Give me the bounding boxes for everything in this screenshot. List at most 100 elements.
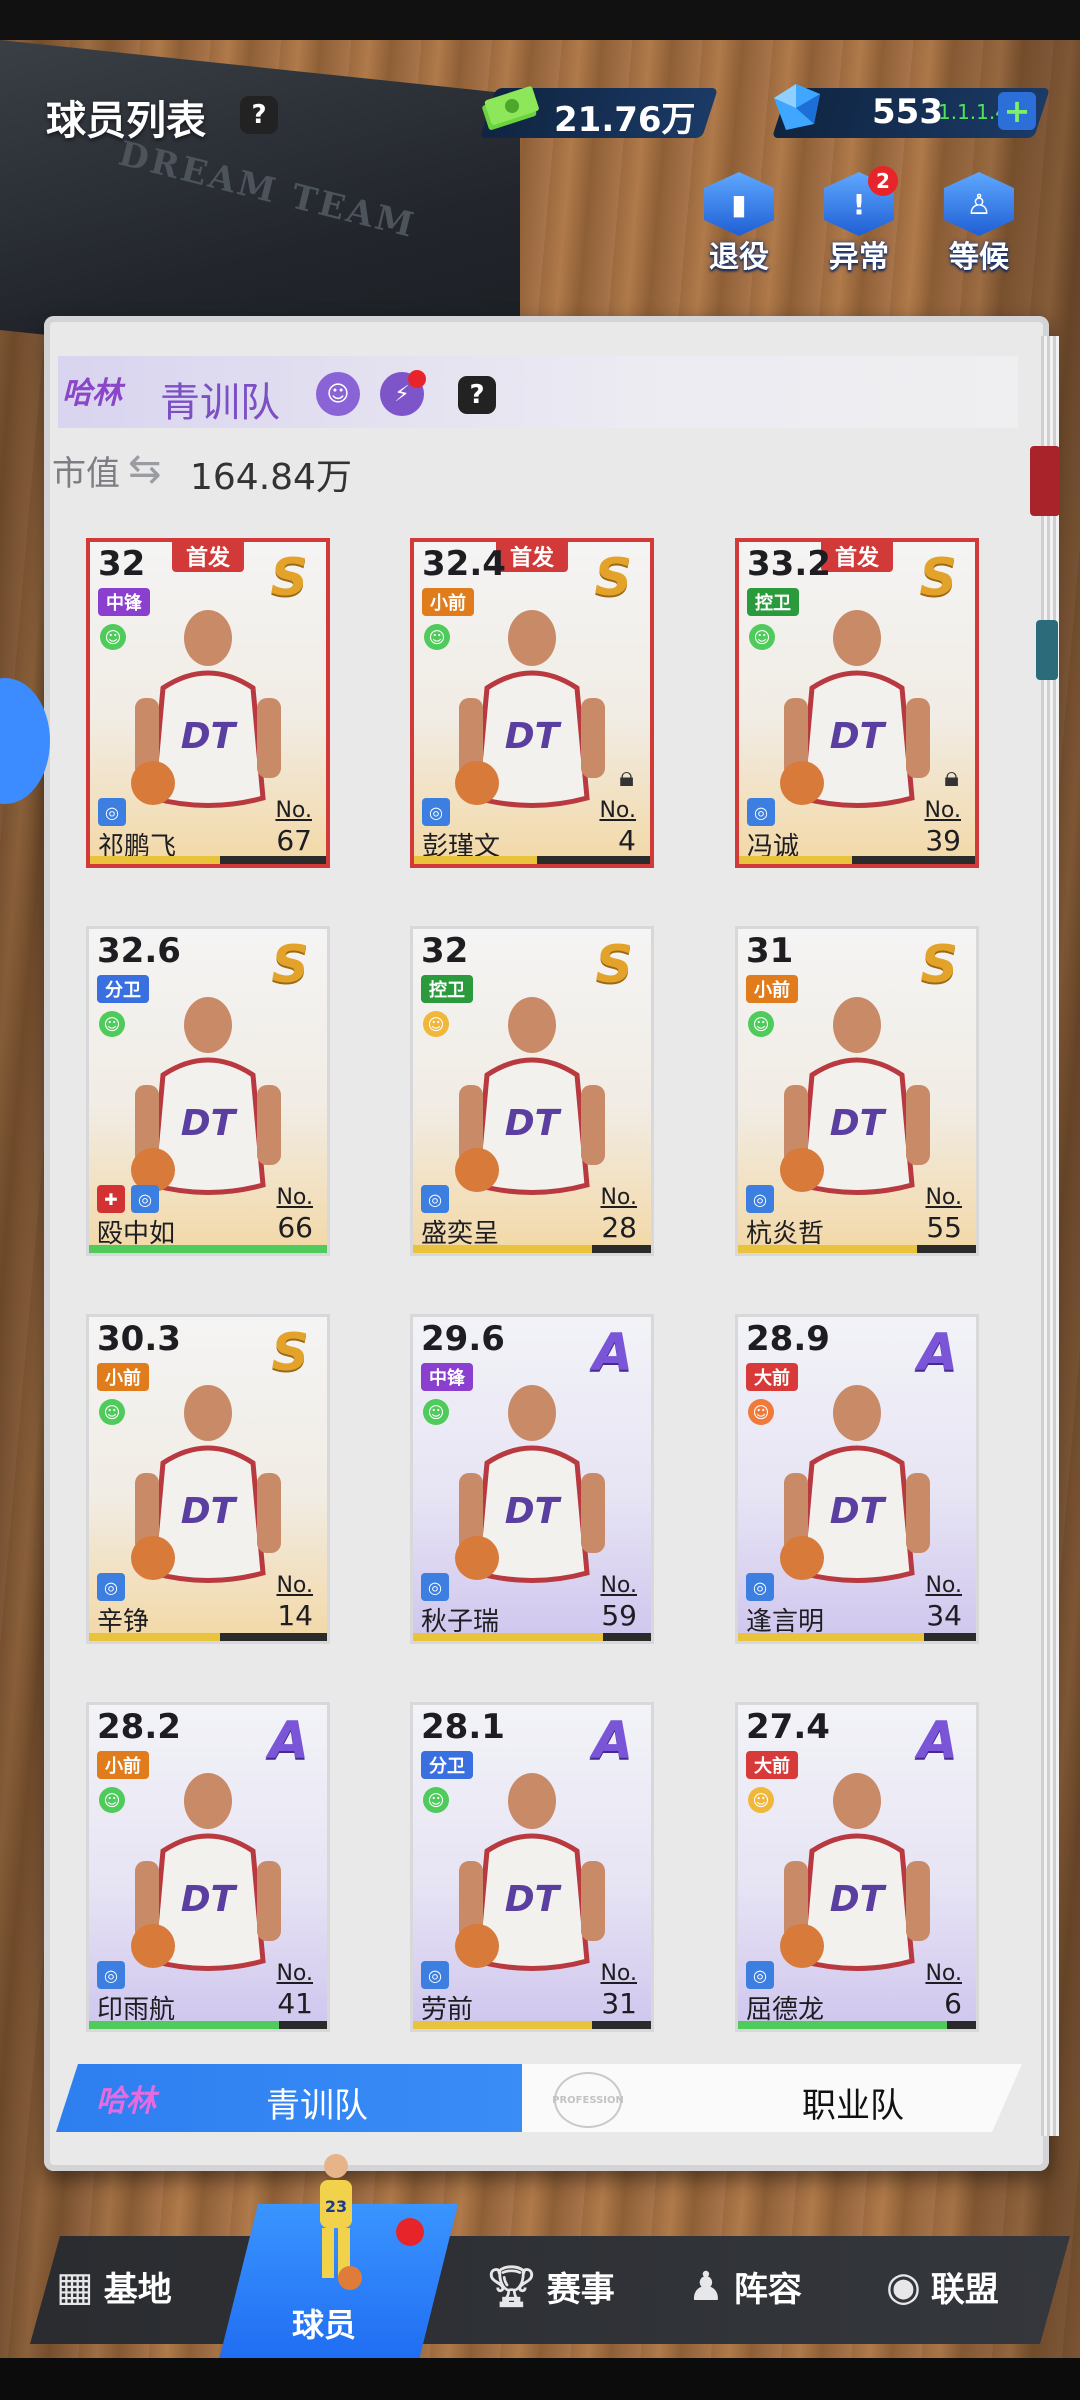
player-avatar-icon: 23: [320, 2154, 362, 2290]
nav-players-label: 球员: [292, 2306, 357, 2344]
player-portrait: DT: [131, 610, 281, 808]
sort-icon[interactable]: ⇆: [128, 446, 162, 492]
condition-bar: [89, 1245, 327, 1253]
starter-tag: 首发: [820, 542, 894, 572]
add-gems-button[interactable]: +: [998, 92, 1036, 130]
jersey-number: 66: [277, 1211, 313, 1244]
trophy-icon: 🏆︎: [486, 2264, 537, 2310]
lock-icon: 🔒︎: [619, 760, 634, 793]
bookmark-tab-teal: [1036, 620, 1058, 680]
player-portrait: DT: [455, 997, 605, 1195]
condition-bar: [739, 856, 975, 864]
jersey-number: 31: [601, 1987, 637, 2020]
abnormal-button[interactable]: ! 2 异常: [816, 166, 902, 276]
jersey-number: 59: [601, 1599, 637, 1632]
player-rating: 28.1: [421, 1707, 505, 1747]
jersey-number: 34: [926, 1599, 962, 1632]
nav-events[interactable]: 🏆︎ 赛事: [486, 2262, 615, 2311]
player-card[interactable]: 29.6 A 中锋 ☺ DT ◎ No. 59 秋子瑞: [410, 1314, 654, 1644]
retire-label: 退役: [709, 240, 769, 275]
youth-team-logo: 哈林: [96, 2084, 156, 2119]
player-card[interactable]: 首发 32 S 中锋 ☺ DT ◎ No. 67 祁鹏飞: [86, 538, 330, 868]
mood-icon: ☺: [423, 1399, 449, 1425]
waiting-button[interactable]: ♙ 等候: [936, 172, 1022, 276]
basketball-icon: ◎: [97, 1573, 125, 1601]
svg-text:DT: DT: [830, 1491, 887, 1532]
svg-text:DT: DT: [505, 1103, 562, 1144]
condition-bar: [413, 1245, 651, 1253]
jersey-number: 14: [277, 1599, 313, 1632]
mood-icon: ☺: [423, 1011, 449, 1037]
condition-bar: [413, 2021, 651, 2029]
jersey-number: 6: [944, 1987, 962, 2020]
player-rating: 31: [746, 931, 794, 971]
team-help-button[interactable]: ?: [458, 376, 496, 414]
svg-text:DT: DT: [505, 716, 562, 757]
basketball-icon: ◎: [422, 798, 450, 826]
basketball-icon: ◎: [98, 798, 126, 826]
player-card[interactable]: 30.3 S 小前 ☺ DT ◎ No. 14 辛铮: [86, 1314, 330, 1644]
jersey-number: 39: [925, 824, 961, 857]
system-nav-strip: [0, 2358, 1080, 2400]
player-rating: 32: [98, 544, 146, 584]
player-card[interactable]: 27.4 A 大前 ☺ DT ◎ No. 6 屈德龙: [735, 1702, 979, 2032]
stadium-icon: ▦: [56, 2263, 94, 2310]
waiting-label: 等候: [949, 240, 1009, 275]
gems-value: 553: [872, 92, 943, 132]
lineup-icon: ♟: [688, 2263, 724, 2310]
player-card[interactable]: 28.2 A 小前 ☺ DT ◎ No. 41 印雨航: [86, 1702, 330, 2032]
player-card[interactable]: 28.1 A 分卫 ☺ DT ◎ No. 31 劳前: [410, 1702, 654, 2032]
condition-bar-fill: [89, 1245, 327, 1253]
market-value-label: 市值: [52, 454, 120, 494]
player-card[interactable]: 28.9 A 大前 ☺ DT ◎ No. 34 逢言明: [735, 1314, 979, 1644]
nav-lineup[interactable]: ♟ 阵容: [688, 2262, 802, 2311]
mood-filter-icon[interactable]: ☺: [316, 372, 360, 416]
svg-text:DT: DT: [181, 716, 238, 757]
cash-value: 21.76万: [554, 100, 696, 140]
player-rating: 30.3: [97, 1319, 181, 1359]
medical-icon: ✚: [97, 1185, 125, 1213]
condition-bar-fill: [413, 2021, 592, 2029]
player-card[interactable]: 首发 32.4 S 小前 ☺ DT ◎ 🔒︎ No. 4 彭瑾文: [410, 538, 654, 868]
svg-text:DT: DT: [830, 716, 887, 757]
mood-icon: ☺: [748, 1011, 774, 1037]
condition-bar: [738, 1245, 976, 1253]
nav-base[interactable]: ▦ 基地: [56, 2262, 172, 2311]
player-card[interactable]: 31 S 小前 ☺ DT ◎ No. 55 杭炎哲: [735, 926, 979, 1256]
basketball-icon: ◎: [421, 1961, 449, 1989]
condition-bar-fill: [738, 1245, 917, 1253]
help-button[interactable]: ?: [240, 96, 278, 134]
retire-icon: ▮: [704, 172, 774, 236]
player-rating: 33.2: [747, 544, 831, 584]
player-card[interactable]: 首发 33.2 S 控卫 ☺ DT ◎ 🔒︎ No. 39 冯诚: [735, 538, 979, 868]
status-bar: [0, 0, 1080, 40]
condition-bar: [89, 1633, 327, 1641]
starter-tag: 首发: [495, 542, 569, 572]
jersey-number-label: No.: [925, 1185, 962, 1210]
starter-tag: 首发: [171, 542, 245, 572]
condition-bar: [414, 856, 650, 864]
player-card[interactable]: 32.6 S 分卫 ☺ DT ✚ ◎ No. 66 殴中如: [86, 926, 330, 1256]
mood-icon: ☺: [423, 1787, 449, 1813]
gem-icon: [774, 84, 820, 130]
condition-bar: [413, 1633, 651, 1641]
player-portrait: DT: [780, 997, 930, 1195]
condition-bar-fill: [738, 2021, 948, 2029]
player-rating: 28.2: [97, 1707, 181, 1747]
player-rating: 29.6: [421, 1319, 505, 1359]
condition-bar: [89, 2021, 327, 2029]
player-portrait: DT: [131, 1385, 281, 1583]
basketball-icon: ◎: [746, 1573, 774, 1601]
jersey-number: 55: [926, 1211, 962, 1244]
jersey-number-label: No.: [600, 1961, 637, 1986]
team-logo: 哈林: [62, 376, 122, 411]
youth-team-tab-label: 青训队: [266, 2086, 368, 2126]
jersey-number: 67: [276, 824, 312, 857]
nav-league[interactable]: ◉ 联盟: [886, 2262, 999, 2311]
player-portrait: DT: [455, 1773, 605, 1971]
player-portrait: DT: [780, 1385, 930, 1583]
retire-button[interactable]: ▮ 退役: [696, 172, 782, 276]
mood-icon: ☺: [748, 1787, 774, 1813]
basketball-icon: ◎: [746, 1961, 774, 1989]
player-card[interactable]: 32 S 控卫 ☺ DT ◎ No. 28 盛奕呈: [410, 926, 654, 1256]
